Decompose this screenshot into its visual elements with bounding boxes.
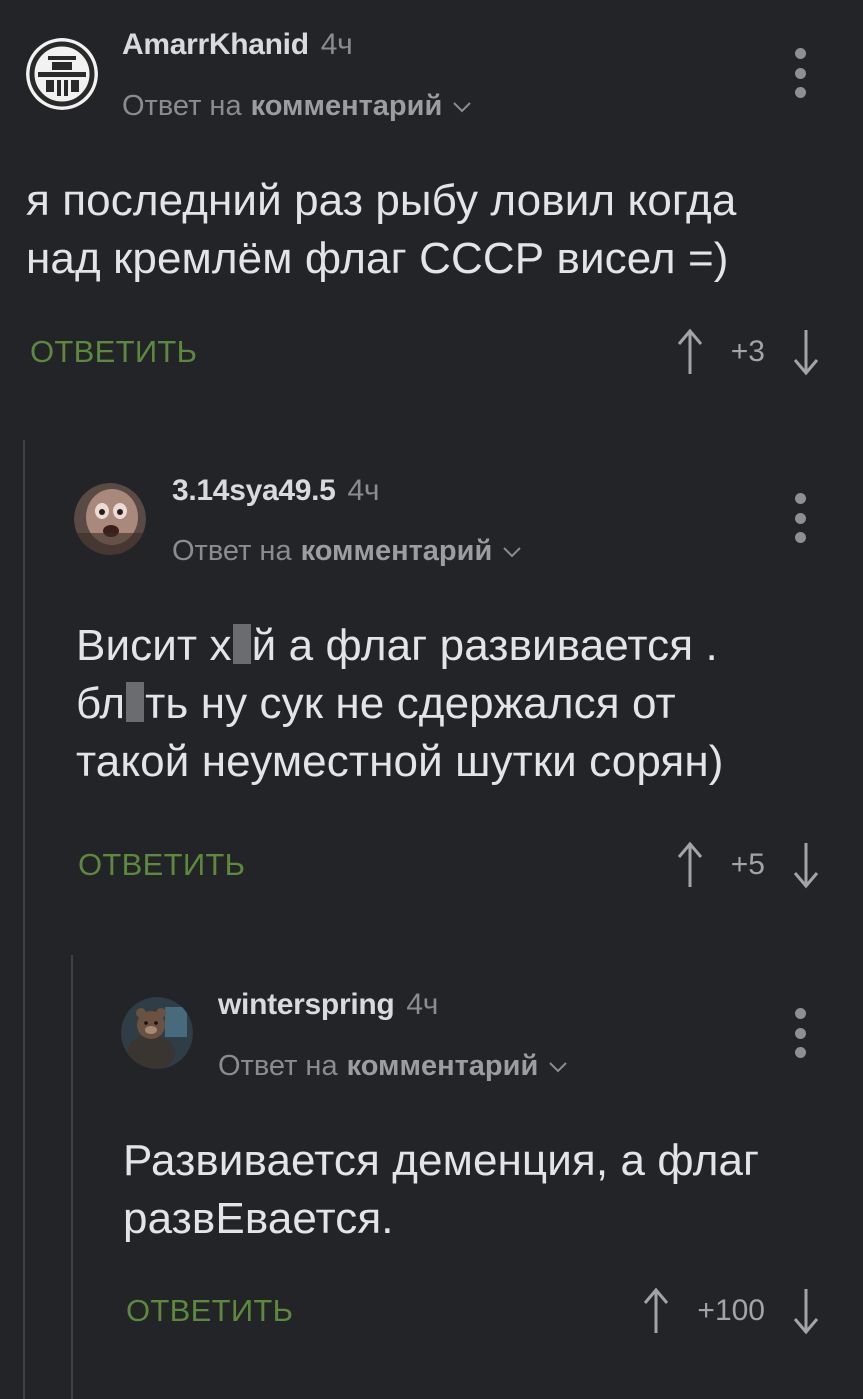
reply-prefix: Ответ на [218,1050,338,1082]
reply-target: комментарий [346,1050,539,1082]
reply-button[interactable]: ОТВЕТИТЬ [78,847,245,883]
reply-prefix: Ответ на [122,90,242,122]
avatar-bear-icon [121,997,193,1069]
chevron-down-icon [453,101,472,112]
avatar[interactable] [74,483,146,555]
downvote-arrow-icon[interactable] [793,841,819,889]
censor-block [126,682,145,722]
downvote-arrow-icon[interactable] [793,1287,819,1335]
reply-button[interactable]: ОТВЕТИТЬ [126,1293,293,1329]
avatar[interactable] [26,38,98,110]
reply-prefix: Ответ на [172,535,292,567]
text-fragment: ть ну сук не сдержался от [145,679,676,728]
avatar[interactable] [121,997,193,1069]
comment-time: 4ч [347,474,380,507]
comment-text: я последний раз рыбу ловил когда над кре… [26,176,737,283]
vote-controls: +100 [643,1283,819,1339]
comment-text: Висит х й а флаг развивается . бл ть ну су… [76,617,724,791]
comment-text-line: бл ть ну сук не сдержался от [76,675,724,733]
upvote-arrow-icon[interactable] [677,328,703,376]
reply-to-link[interactable]: Ответ на комментарий [172,535,522,568]
vote-controls: +5 [677,837,819,893]
vote-controls: +3 [677,324,819,380]
text-fragment: й а флаг развивается . [251,621,718,670]
upvote-arrow-icon[interactable] [643,1287,669,1335]
comment-author[interactable]: 3.14sya49.5 [172,474,336,507]
avatar-logo-icon [26,38,98,110]
upvote-arrow-icon[interactable] [677,841,703,889]
text-fragment: Висит х [76,621,232,670]
comment-author-line: 3.14sya49.5 4ч [172,474,380,508]
comment-author[interactable]: AmarrKhanid [122,28,309,61]
avatar-portrait-icon [74,483,146,555]
comment-text-line: такой неуместной шутки сорян) [76,737,724,786]
vote-score: +100 [697,1294,765,1327]
text-fragment: бл [76,679,126,728]
comment-time: 4ч [320,28,353,61]
vote-score: +3 [730,335,765,368]
reply-target: комментарий [300,535,493,567]
reply-button[interactable]: ОТВЕТИТЬ [30,334,197,370]
thread-line-level-1 [23,440,25,1399]
downvote-arrow-icon[interactable] [793,328,819,376]
reply-to-link[interactable]: Ответ на комментарий [122,90,472,123]
comment-text-line: Висит х й а флаг развивается . [76,617,724,675]
chevron-down-icon [549,1061,568,1072]
comment-author-line: AmarrKhanid 4ч [122,28,353,62]
more-options-icon[interactable] [793,493,807,543]
more-options-icon[interactable] [793,1008,807,1058]
comment-text: Развивается деменция, а флаг развЕвается… [123,1136,760,1243]
thread-line-level-2 [71,955,73,1399]
comment-author-line: winterspring 4ч [218,988,438,1022]
reply-to-link[interactable]: Ответ на комментарий [218,1050,568,1083]
more-options-icon[interactable] [793,48,807,98]
vote-score: +5 [730,848,765,881]
comment-time: 4ч [406,988,439,1021]
chevron-down-icon [503,546,522,557]
censor-block [232,624,251,664]
comment-author[interactable]: winterspring [218,988,395,1021]
reply-target: комментарий [250,90,443,122]
